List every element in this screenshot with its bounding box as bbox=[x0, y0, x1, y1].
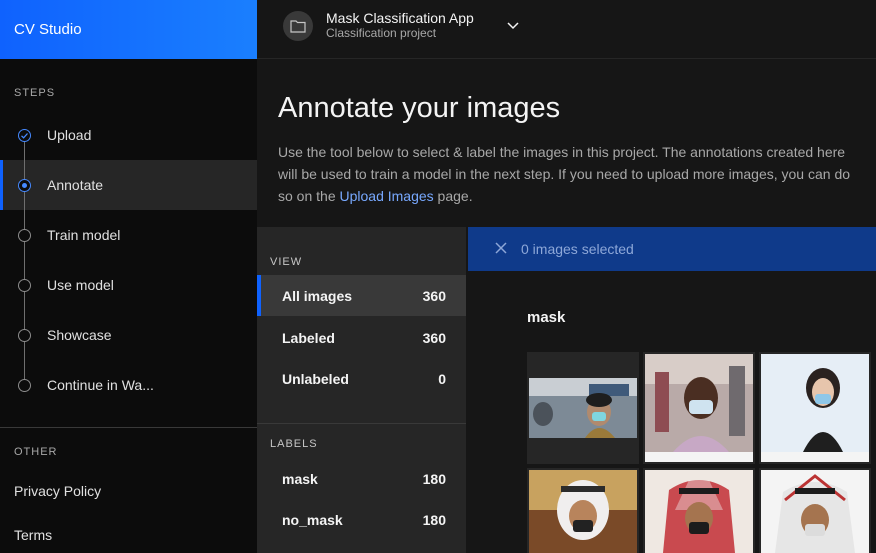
project-header: Mask Classification App Classification p… bbox=[257, 0, 876, 59]
filter-name: Labeled bbox=[282, 329, 335, 346]
privacy-policy-link[interactable]: Privacy Policy bbox=[14, 483, 101, 499]
filter-count: 360 bbox=[422, 329, 446, 346]
image-thumbnail[interactable] bbox=[643, 468, 755, 553]
description-text: so on the bbox=[278, 188, 340, 204]
pending-step-icon bbox=[18, 328, 31, 342]
step-label: Use model bbox=[47, 277, 114, 293]
image-thumbnail[interactable] bbox=[643, 352, 755, 464]
filter-name: Unlabeled bbox=[282, 370, 349, 387]
label-name: mask bbox=[282, 470, 318, 487]
image-thumbnail[interactable] bbox=[527, 352, 639, 464]
terms-link[interactable]: Terms bbox=[14, 527, 52, 543]
step-label: Showcase bbox=[47, 327, 112, 343]
view-panel: VIEW All images 360 Labeled 360 Unlabele… bbox=[257, 227, 466, 553]
step-label: Annotate bbox=[47, 177, 104, 193]
description-line: so on the Upload Images page. bbox=[278, 185, 876, 207]
page-title: Annotate your images bbox=[278, 92, 561, 124]
image-thumbnail[interactable] bbox=[759, 352, 871, 464]
current-step-icon bbox=[18, 178, 31, 192]
checkmark-icon bbox=[18, 128, 31, 142]
label-no-mask[interactable]: no_mask 180 bbox=[257, 499, 466, 540]
filter-labeled[interactable]: Labeled 360 bbox=[257, 317, 466, 358]
sidebar: CV Studio STEPS Upload Annotate Train mo… bbox=[0, 0, 257, 553]
pending-step-icon bbox=[18, 378, 31, 392]
gallery-group-title: mask bbox=[527, 309, 566, 326]
project-subtitle: Classification project bbox=[326, 26, 437, 40]
image-photo bbox=[645, 470, 753, 553]
close-icon[interactable] bbox=[494, 241, 508, 260]
view-section-label: VIEW bbox=[270, 256, 303, 268]
pending-step-icon bbox=[18, 228, 31, 242]
filter-unlabeled[interactable]: Unlabeled 0 bbox=[257, 358, 466, 399]
step-train-model[interactable]: Train model bbox=[0, 210, 257, 260]
selection-bar: 0 images selected bbox=[468, 227, 876, 271]
filter-name: All images bbox=[282, 287, 353, 304]
step-use-model[interactable]: Use model bbox=[0, 260, 257, 310]
description-line: Use the tool below to select & label the… bbox=[278, 144, 846, 160]
step-label: Train model bbox=[47, 227, 121, 243]
selection-count: 0 images selected bbox=[521, 241, 634, 257]
label-count: 180 bbox=[422, 470, 446, 487]
step-continue[interactable]: Continue in Wa... bbox=[0, 360, 257, 410]
filter-count: 0 bbox=[438, 370, 446, 387]
sidebar-divider bbox=[0, 427, 257, 428]
description-text: page. bbox=[433, 188, 473, 204]
chevron-down-icon[interactable] bbox=[506, 18, 520, 37]
image-thumbnail[interactable] bbox=[527, 468, 639, 553]
image-photo bbox=[761, 470, 869, 553]
filter-all-images[interactable]: All images 360 bbox=[257, 275, 466, 316]
project-title: Mask Classification App bbox=[326, 10, 474, 26]
image-photo bbox=[645, 354, 753, 462]
image-thumbnail[interactable] bbox=[759, 468, 871, 553]
steps-list: Upload Annotate Train model Use model Sh… bbox=[0, 110, 257, 410]
label-name: no_mask bbox=[282, 511, 343, 528]
image-photo bbox=[761, 354, 869, 462]
folder-icon bbox=[283, 11, 313, 41]
pending-step-icon bbox=[18, 278, 31, 292]
upload-images-link[interactable]: Upload Images bbox=[340, 188, 434, 204]
step-label: Continue in Wa... bbox=[47, 377, 154, 393]
steps-rail bbox=[24, 135, 25, 385]
label-count: 180 bbox=[422, 511, 446, 528]
image-gallery: mask bbox=[468, 271, 876, 553]
other-section-label: OTHER bbox=[14, 446, 58, 458]
labels-section-label: LABELS bbox=[270, 438, 318, 450]
steps-section-label: STEPS bbox=[14, 87, 56, 99]
step-upload[interactable]: Upload bbox=[0, 110, 257, 160]
step-label: Upload bbox=[47, 127, 92, 143]
step-showcase[interactable]: Showcase bbox=[0, 310, 257, 360]
page-description: Use the tool below to select & label the… bbox=[278, 141, 876, 207]
brand-title[interactable]: CV Studio bbox=[0, 0, 257, 59]
image-photo bbox=[529, 470, 637, 553]
description-line: will be used to train a model in the nex… bbox=[278, 166, 851, 182]
label-mask[interactable]: mask 180 bbox=[257, 458, 466, 499]
filter-count: 360 bbox=[422, 287, 446, 304]
image-photo bbox=[529, 354, 637, 462]
panel-divider bbox=[257, 423, 466, 424]
step-annotate[interactable]: Annotate bbox=[0, 160, 257, 210]
